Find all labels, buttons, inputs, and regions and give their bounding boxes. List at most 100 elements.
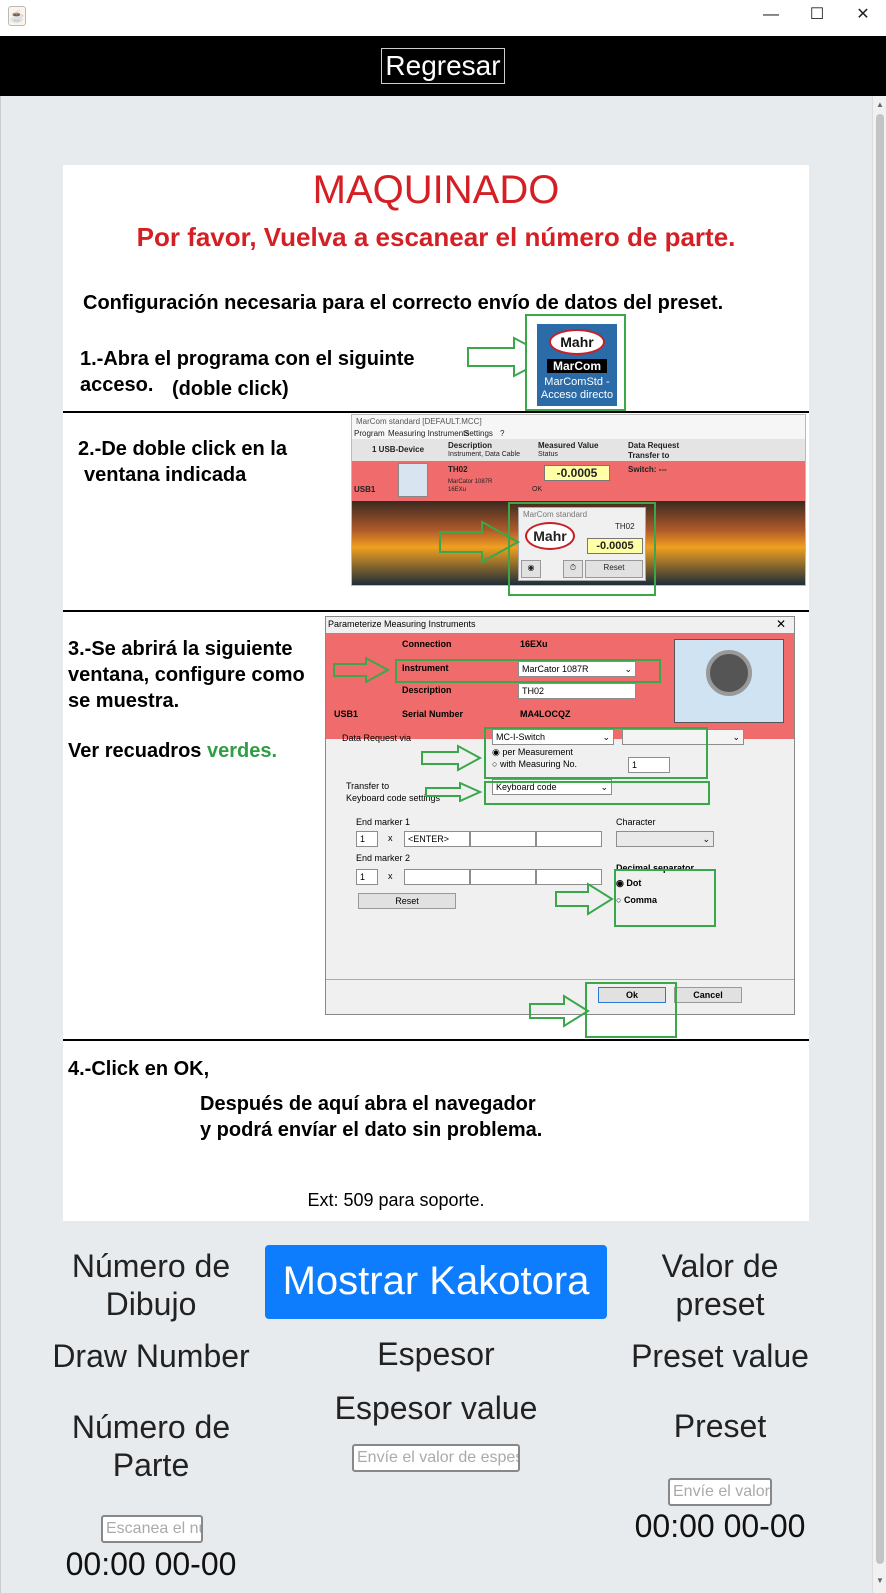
step3-note: Ver recuadros verdes. [68,740,278,762]
page-title: MAQUINADO [312,168,560,212]
ss2-device-model: MarCator 1087R [448,479,493,485]
ss3-character-label: Character [616,817,656,827]
ss3-end-marker2-field2[interactable] [470,869,536,885]
scroll-up-icon[interactable]: ▲ [875,100,885,110]
step1-line2: acceso. [80,374,154,396]
ss2-menu-program: Program [354,429,385,438]
ss3-highlight-ok [585,982,677,1038]
espesor-value-label: Espesor value [334,1390,538,1426]
ss3-end-marker1: End marker 1 [356,817,411,827]
indicator-thumbnail [398,463,428,497]
ss3-highlight-transfer [484,781,710,805]
ss3-end-marker2-field1[interactable] [404,869,470,885]
ss3-end-marker1-value[interactable]: <ENTER> [404,831,470,847]
ss3-times2: x [388,871,393,881]
minimize-button[interactable]: — [748,0,794,30]
arrow-right-icon [421,744,483,772]
maximize-button[interactable]: ☐ [794,0,840,30]
ss3-cancel-button[interactable]: Cancel [674,987,742,1003]
ss2-col-description: Description [448,441,493,450]
after-line1: Después de aquí abra el navegador [200,1093,536,1115]
marcom-shortcut[interactable]: Mahr MarCom MarComStd - Acceso directo [525,314,626,411]
ss3-end-marker2-count[interactable]: 1 [356,869,378,885]
ss3-times1: x [388,833,393,843]
ss3-serial-value: MA4LOCQZ [520,709,571,719]
step1-line1: 1.-Abra el programa con el siguinte [80,348,415,370]
step3-line1: 3.-Se abrirá la siguiente [68,638,293,660]
close-button[interactable]: ✕ [840,0,886,30]
ss2-window-title: MarCom standard [DEFAULT.MCC] [356,417,482,426]
ss3-highlight-request [484,727,708,779]
ss2-menu-help: ? [500,429,505,438]
chevron-down-icon: ⌄ [732,732,740,742]
ss3-end-marker1-field3[interactable] [536,831,602,847]
ss2-usb1: USB1 [354,485,376,494]
ss3-connection-label: Connection [402,639,452,649]
mostrar-kakotora-button[interactable]: Mostrar Kakotora [265,1245,607,1319]
arrow-right-icon [529,994,590,1028]
divider [63,411,809,413]
arrow-right-icon [425,782,483,802]
step3-line3: se muestra. [68,690,180,712]
ss2-menu-settings: Settings [464,429,493,438]
ss3-end-marker1-field2[interactable] [470,831,536,847]
ss2-measured-value: -0.0005 [544,465,610,481]
parte-timestamp: 00:00 00-00 [65,1546,237,1582]
numero-dibujo-label: Número de Dibujo [71,1248,231,1322]
scrollbar-thumb[interactable] [876,114,884,1564]
ss2-highlight [508,502,656,596]
step4-text: 4.-Click en OK, [68,1058,210,1080]
arrow-right-icon [333,656,391,684]
marcom-shortcut-icon: Mahr MarCom MarComStd - Acceso directo [537,324,617,406]
preset-value-label: Preset value [631,1338,809,1374]
step1-hint: (doble click) [172,378,289,400]
ss2-switch: Switch: --- [628,465,667,474]
ss3-highlight-instrument [395,659,661,683]
step3-note-green: verdes. [206,740,278,762]
step2-line2: ventana indicada [84,464,247,486]
ss3-transfer-label: Transfer to [346,781,390,791]
ss3-character-select[interactable]: ⌄ [616,831,714,847]
gauge-icon [706,650,752,696]
divider [63,1039,809,1041]
arrow-right-icon [555,882,614,916]
draw-number-label: Draw Number [52,1338,250,1374]
ss2-col-measured: Measured Value [538,441,599,450]
vertical-scrollbar[interactable]: ▲ ▼ [872,96,886,1593]
step3-line2: ventana, configure como [68,664,305,686]
ss2-col-status: Status [538,451,558,458]
ss3-serial-label: Serial Number [402,709,464,719]
java-cup-icon: ☕ [8,6,26,26]
config-heading: Configuración necesaria para el correcto… [83,292,724,314]
ss2-usb-device: 1 USB-Device [372,445,425,454]
ss3-window-title: Parameterize Measuring Instruments [328,619,476,629]
ss2-device-cable: 16EXu [448,487,467,493]
mahr-logo: Mahr [549,329,605,355]
divider [63,610,809,612]
scroll-down-icon[interactable]: ▼ [875,1576,885,1586]
espesor-input[interactable]: Envíe el valor de espesor [352,1444,520,1472]
ss3-description-input[interactable]: TH02 [518,683,636,699]
ss3-end-marker1-count[interactable]: 1 [356,831,378,847]
ss2-col-transfer: Transfer to [628,451,670,460]
after-line2: y podrá envíar el dato sin problema. [200,1119,543,1141]
parte-input[interactable]: Escanea el número [101,1515,203,1543]
ss3-close-icon[interactable]: ✕ [776,617,786,631]
ss3-usb1: USB1 [334,709,359,719]
support-extension: Ext: 509 para soporte. [307,1190,485,1210]
preset-input[interactable]: Envíe el valor [668,1478,772,1506]
espesor-label: Espesor [377,1336,495,1372]
step2-line1: 2.-De doble click en la [78,438,287,460]
window-titlebar: ☕ — ☐ ✕ [0,0,886,36]
ss2-device-name: TH02 [448,465,468,474]
ss3-request-label: Data Request via [342,733,412,743]
shortcut-label: MarComStd - Acceso directo [540,376,614,401]
ss3-highlight-decimal [614,869,716,927]
ss3-reset-button[interactable]: Reset [358,893,456,909]
ss2-menu-instruments: Measuring Instruments [388,429,470,438]
ss3-end-marker2: End marker 2 [356,853,411,863]
ss3-description-label: Description [402,685,452,695]
ss3-connection-value: 16EXu [520,639,548,649]
chevron-down-icon: ⌄ [702,834,710,844]
back-button[interactable]: Regresar [381,48,505,84]
